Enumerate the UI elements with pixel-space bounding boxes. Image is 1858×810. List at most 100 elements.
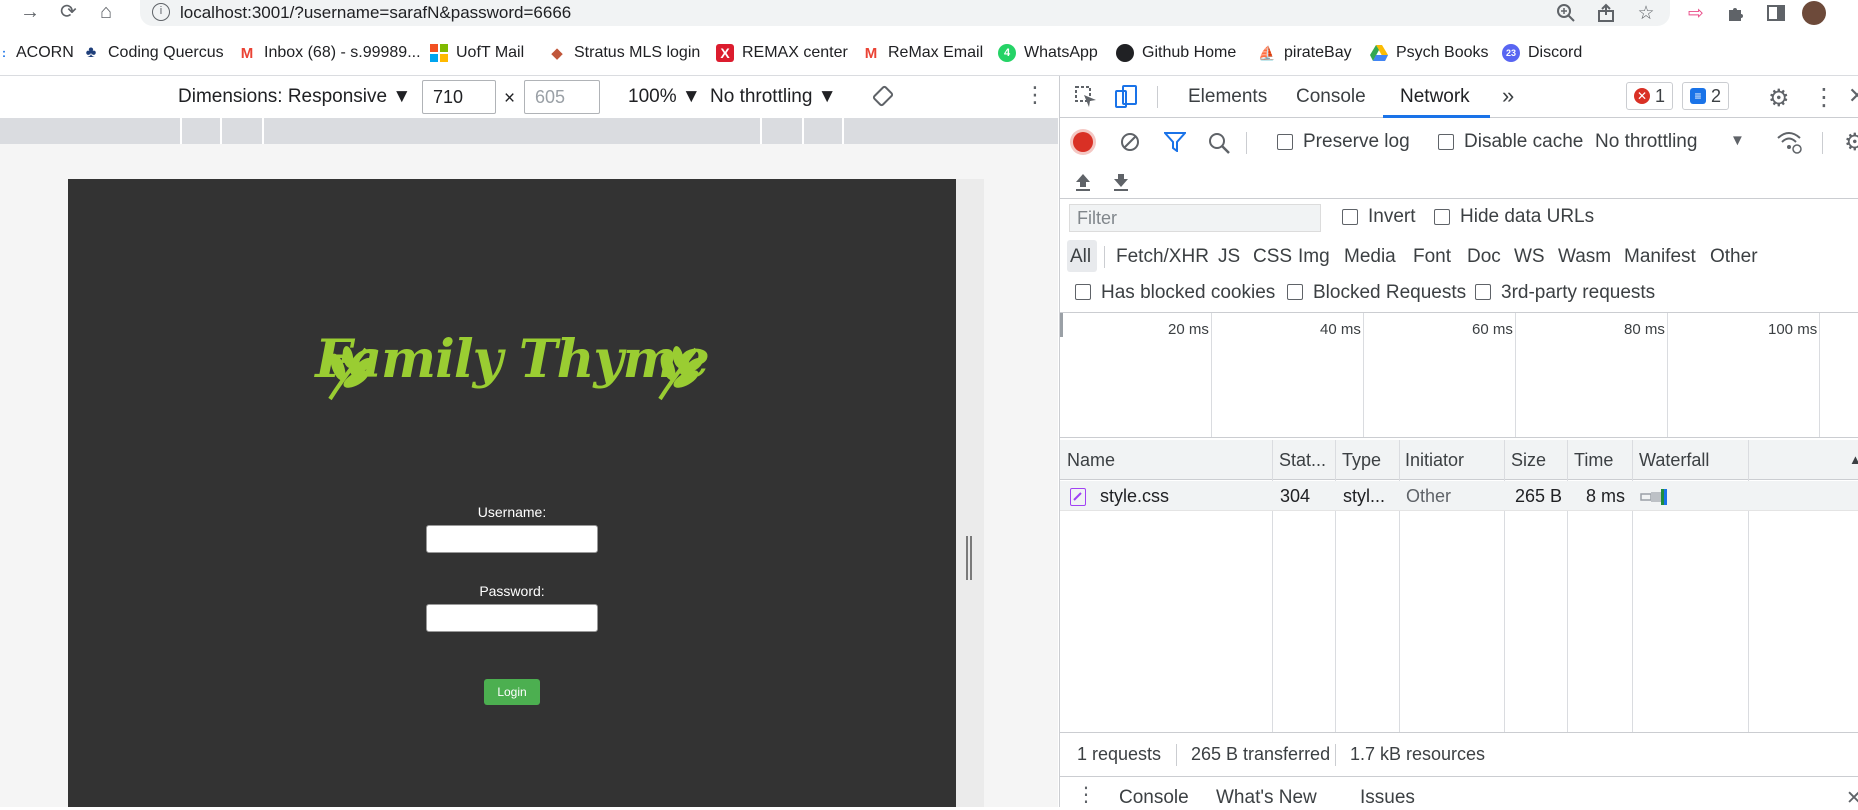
more-options-icon[interactable]: ⋮ [1024, 82, 1046, 108]
hide-data-urls-checkbox[interactable] [1434, 209, 1450, 225]
third-party-checkbox[interactable] [1475, 284, 1491, 300]
zoom-select[interactable]: 100% ▼ [628, 86, 701, 108]
network-settings-icon[interactable]: ⚙ [1844, 128, 1858, 157]
column-size[interactable]: Size [1511, 450, 1546, 471]
dropdown-arrow-icon[interactable]: ▼ [1730, 132, 1745, 149]
message-icon: ≡ [1690, 88, 1706, 104]
column-initiator[interactable]: Initiator [1405, 450, 1464, 471]
invert-checkbox[interactable] [1342, 209, 1358, 225]
bookmark-piratebay[interactable]: ⛵ pirateBay [1258, 41, 1351, 65]
drawer-tab-console[interactable]: Console [1119, 787, 1189, 809]
home-icon[interactable]: ⌂ [100, 1, 112, 23]
viewport-resize-handle[interactable] [964, 536, 974, 580]
bookmark-star-icon[interactable]: ☆ [1634, 1, 1658, 25]
device-toggle-icon[interactable] [1114, 85, 1138, 109]
bookmark-whatsapp[interactable]: 4 WhatsApp [998, 41, 1098, 65]
filter-type-font[interactable]: Font [1413, 246, 1451, 268]
devtools-menu-icon[interactable]: ⋮ [1812, 83, 1836, 112]
filter-type-doc[interactable]: Doc [1467, 246, 1501, 268]
height-input[interactable]: 605 [524, 80, 600, 114]
rotate-icon[interactable] [872, 85, 894, 107]
filter-type-other[interactable]: Other [1710, 246, 1758, 268]
dimensions-select[interactable]: Dimensions: Responsive ▼ [178, 86, 411, 108]
url-text[interactable]: localhost:3001/?username=sarafN&password… [180, 2, 571, 24]
filter-type-css[interactable]: CSS [1253, 246, 1292, 268]
tab-elements[interactable]: Elements [1188, 86, 1267, 108]
divider [1060, 198, 1858, 199]
username-label: Username: [477, 504, 547, 520]
message-count-badge[interactable]: ≡ 2 [1682, 82, 1730, 110]
record-icon[interactable] [1073, 132, 1093, 152]
network-conditions-icon[interactable] [1776, 130, 1802, 154]
site-info-icon[interactable]: i [152, 3, 170, 21]
bookmark-remax-email[interactable]: M ReMax Email [862, 41, 983, 65]
bookmark-acorn[interactable]: : ACORN [0, 41, 74, 65]
clear-icon[interactable] [1120, 132, 1140, 152]
inspect-element-icon[interactable] [1074, 85, 1098, 109]
password-label: Password: [479, 583, 545, 599]
github-icon [1116, 44, 1134, 62]
bookmark-remax-center[interactable]: X REMAX center [716, 41, 848, 65]
login-button[interactable]: Login [484, 679, 540, 705]
zoom-icon[interactable] [1554, 1, 1578, 25]
disable-cache-checkbox[interactable] [1438, 134, 1454, 150]
bookmark-stratus[interactable]: ◆ Stratus MLS login [548, 41, 700, 65]
filter-type-manifest[interactable]: Manifest [1624, 246, 1696, 268]
column-waterfall[interactable]: Waterfall [1639, 450, 1709, 471]
close-devtools-icon[interactable]: ✕ [1848, 83, 1858, 109]
filter-input[interactable]: Filter [1069, 204, 1321, 232]
bookmark-coding-quercus[interactable]: ♣ Coding Quercus [82, 41, 224, 65]
network-throttling-select[interactable]: No throttling [1595, 131, 1697, 153]
tab-network[interactable]: Network [1400, 86, 1470, 108]
drawer-menu-icon[interactable]: ⋮ [1076, 782, 1096, 807]
forward-icon[interactable]: → [20, 1, 40, 23]
import-har-icon[interactable] [1074, 172, 1092, 192]
password-input[interactable] [426, 604, 598, 632]
timeline-label: 60 ms [1472, 321, 1513, 338]
network-overview-timeline[interactable]: 20 ms 40 ms 60 ms 80 ms 100 ms [1060, 312, 1858, 438]
more-tabs-icon[interactable]: » [1502, 83, 1514, 109]
column-type[interactable]: Type [1342, 450, 1381, 471]
request-name[interactable]: style.css [1100, 486, 1169, 507]
side-panel-icon[interactable] [1764, 1, 1788, 25]
bookmark-github[interactable]: Github Home [1116, 41, 1236, 65]
column-name[interactable]: Name [1067, 450, 1115, 471]
throttling-select[interactable]: No throttling ▼ [710, 86, 837, 108]
media-query-ruler [0, 118, 1058, 144]
filter-type-img[interactable]: Img [1298, 246, 1330, 268]
has-blocked-cookies-checkbox[interactable] [1075, 284, 1091, 300]
filter-type-all[interactable]: All [1070, 246, 1091, 268]
filter-type-fetch-xhr[interactable]: Fetch/XHR [1116, 246, 1209, 268]
share-icon[interactable] [1594, 1, 1618, 25]
drawer-tab-issues[interactable]: Issues [1360, 787, 1415, 809]
device-toolbar: Dimensions: Responsive ▼ 710 × 605 100% … [0, 76, 1060, 116]
bookmark-discord[interactable]: 23 Discord [1502, 41, 1582, 65]
error-count-badge[interactable]: ✕ 1 [1626, 82, 1674, 110]
bookmark-psych-books[interactable]: Psych Books [1370, 41, 1488, 65]
export-har-icon[interactable] [1112, 172, 1130, 192]
username-input[interactable] [426, 525, 598, 553]
filter-type-ws[interactable]: WS [1514, 246, 1545, 268]
drawer-tab-whats-new[interactable]: What's New [1216, 787, 1317, 809]
column-status[interactable]: Stat... [1279, 450, 1326, 471]
profile-avatar-icon[interactable] [1802, 1, 1826, 25]
width-input[interactable]: 710 [422, 80, 496, 114]
extension-cast-icon[interactable]: ⇨ [1684, 1, 1708, 25]
sort-arrow-icon[interactable]: ▲ [1849, 452, 1858, 467]
preserve-log-checkbox[interactable] [1277, 134, 1293, 150]
reload-icon[interactable]: ⟳ [60, 1, 77, 23]
blocked-requests-checkbox[interactable] [1287, 284, 1303, 300]
bookmark-uoft-mail[interactable]: UofT Mail [430, 41, 524, 65]
tab-console[interactable]: Console [1296, 86, 1366, 108]
column-time[interactable]: Time [1574, 450, 1613, 471]
table-row[interactable]: style.css 304 styl... Other 265 B 8 ms [1060, 481, 1858, 511]
filter-type-js[interactable]: JS [1218, 246, 1240, 268]
bookmark-inbox[interactable]: M Inbox (68) - s.99989... [238, 41, 421, 65]
hide-data-urls-label: Hide data URLs [1460, 206, 1595, 227]
settings-gear-icon[interactable]: ⚙ [1768, 84, 1790, 113]
filter-icon[interactable] [1162, 132, 1188, 153]
filter-type-media[interactable]: Media [1344, 246, 1396, 268]
extensions-puzzle-icon[interactable] [1724, 1, 1748, 25]
search-icon[interactable] [1208, 132, 1230, 154]
filter-type-wasm[interactable]: Wasm [1558, 246, 1611, 268]
